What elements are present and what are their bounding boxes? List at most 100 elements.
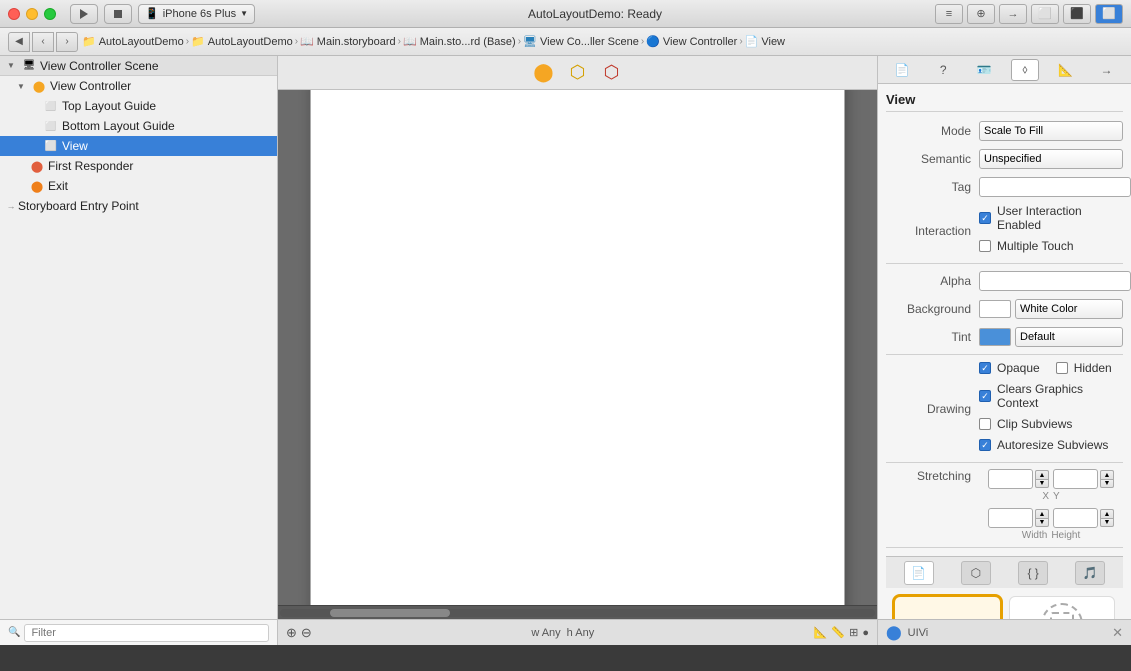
tint-select[interactable]: Default	[1015, 327, 1123, 347]
layout-icon-3[interactable]: ⊞	[849, 626, 858, 639]
bc-sep-3: ›	[398, 36, 401, 47]
sidebar-label-exit: Exit	[48, 179, 68, 193]
hidden-checkbox[interactable]	[1056, 362, 1068, 374]
user-interaction-checkbox[interactable]: ✓	[979, 212, 991, 224]
bc-mainstoryboard-base[interactable]: 📖 Main.sto...rd (Base)	[403, 35, 516, 48]
maximize-button[interactable]	[44, 8, 56, 20]
obj-tab-file[interactable]: 📄	[904, 561, 934, 585]
stretch-w-input[interactable]: 1	[988, 508, 1033, 528]
obj-tab-obj[interactable]: ⬡	[961, 561, 991, 585]
bc-sep-1: ›	[186, 36, 189, 47]
traffic-lights	[8, 8, 56, 20]
canvas-toolbar: ⬤ ⬡ ⬡	[278, 56, 877, 90]
stretch-y-input[interactable]: 0	[1053, 469, 1098, 489]
fr-icon: ⬤	[28, 158, 46, 174]
nav-back[interactable]: ‹	[32, 32, 54, 52]
obj-tab-media[interactable]: 🎵	[1075, 561, 1105, 585]
stop-button[interactable]	[104, 4, 132, 24]
insp-tab-identity[interactable]: 🪪	[970, 59, 998, 81]
sidebar-item-exit[interactable]: ⬤ Exit	[0, 176, 277, 196]
opaque-checkbox[interactable]: ✓	[979, 362, 991, 374]
stretch-h-up[interactable]: ▲	[1100, 509, 1114, 518]
canvas-icon-orange[interactable]: ⬤	[532, 61, 556, 85]
multiple-touch-checkbox[interactable]	[979, 240, 991, 252]
sidebar-item-vc[interactable]: ▼ ⬤ View Controller	[0, 76, 277, 96]
canvas-bottom-left: ⊕ ⊖	[286, 625, 312, 641]
remove-constraint-icon[interactable]: ⊖	[301, 625, 312, 641]
add-constraint-icon[interactable]: ⊕	[286, 625, 297, 641]
semantic-select[interactable]: Unspecified	[979, 149, 1123, 169]
minimize-button[interactable]	[26, 8, 38, 20]
scheme-selector[interactable]: 📱 iPhone 6s Plus ▼	[138, 4, 255, 24]
sidebar-item-entrypoint[interactable]: → Storyboard Entry Point	[0, 196, 277, 216]
bc-view[interactable]: 📄 View	[745, 35, 785, 48]
alpha-input[interactable]: 1	[979, 271, 1131, 291]
tag-input[interactable]: 0	[979, 177, 1131, 197]
background-select[interactable]: White Color	[1015, 299, 1123, 319]
insp-row-semantic: Semantic Unspecified	[886, 148, 1123, 170]
obj-item-vev[interactable]: VisualEffectView	[1009, 596, 1116, 619]
bc-vc[interactable]: 🔵 View Controller	[646, 35, 737, 48]
clip-subviews-checkbox[interactable]	[979, 418, 991, 430]
bc-autolayoutdemo-2[interactable]: 📁 AutoLayoutDemo	[191, 35, 293, 48]
mode-select[interactable]: Scale To Fill	[979, 121, 1123, 141]
bc-autolayoutdemo-1[interactable]: 📁 AutoLayoutDemo	[82, 35, 184, 48]
close-status-icon[interactable]: ✕	[1112, 625, 1123, 641]
storyboard-icon: 📖	[300, 35, 314, 48]
insp-tab-attributes[interactable]: ⬨	[1011, 59, 1039, 81]
semantic-control: Unspecified	[979, 149, 1123, 169]
stretch-x-input[interactable]: 0	[988, 469, 1033, 489]
obj-tab-code[interactable]: { }	[1018, 561, 1048, 585]
scrollbar-thumb	[330, 609, 450, 617]
canvas-icon-gold[interactable]: ⬡	[566, 61, 590, 85]
stretch-w-down[interactable]: ▼	[1035, 518, 1049, 527]
window-layout-2[interactable]: ⬛	[1063, 4, 1091, 24]
autoresize-checkbox[interactable]: ✓	[979, 439, 991, 451]
filter-input[interactable]	[24, 624, 269, 642]
vcscene-icon: 🖥	[523, 35, 537, 48]
insp-tab-connections[interactable]: →	[1093, 59, 1121, 81]
layout-icon-4[interactable]: ●	[862, 627, 869, 639]
stretch-x-up[interactable]: ▲	[1035, 470, 1049, 479]
sidebar-item-vcscene[interactable]: ▼ 🖥 View Controller Scene	[0, 56, 277, 76]
user-interaction-label: User Interaction Enabled	[997, 204, 1123, 232]
window-layout-3[interactable]: ⬜	[1095, 4, 1123, 24]
layout-icon-1[interactable]: 📐	[814, 626, 828, 639]
stretch-h-field: 1 ▲ ▼	[1053, 508, 1114, 528]
nav-forward[interactable]: ›	[56, 32, 78, 52]
bc-mainstoryboard[interactable]: 📖 Main.storyboard	[300, 35, 396, 48]
insp-tab-quickhelp[interactable]: ?	[929, 59, 957, 81]
sidebar-label-toplayout: Top Layout Guide	[62, 99, 156, 113]
stretch-x-down[interactable]: ▼	[1035, 479, 1049, 488]
canvas-icon-red[interactable]: ⬡	[600, 61, 624, 85]
obj-item-view[interactable]	[894, 596, 1001, 619]
code-review-button[interactable]: ≡	[935, 4, 963, 24]
layout-icon-2[interactable]: 📏	[831, 626, 845, 639]
insp-tab-file[interactable]: 📄	[888, 59, 916, 81]
stretch-y-up[interactable]: ▲	[1100, 470, 1114, 479]
background-swatch[interactable]	[979, 300, 1011, 318]
close-button[interactable]	[8, 8, 20, 20]
breakpoints-button[interactable]: ⊕	[967, 4, 995, 24]
sidebar-item-toplayout[interactable]: ⬜ Top Layout Guide	[0, 96, 277, 116]
stretch-h-input[interactable]: 1	[1053, 508, 1098, 528]
forward-button[interactable]: →	[999, 4, 1027, 24]
tint-swatch[interactable]	[979, 328, 1011, 346]
stretch-h-down[interactable]: ▼	[1100, 518, 1114, 527]
sidebar-item-firstresponder[interactable]: ⬤ First Responder	[0, 156, 277, 176]
run-button[interactable]	[70, 4, 98, 24]
insp-row-stretching: Stretching 0 ▲ ▼ 0	[886, 469, 1123, 541]
sidebar-item-bottomlayout[interactable]: ⬜ Bottom Layout Guide	[0, 116, 277, 136]
scheme-label: iPhone 6s Plus	[163, 8, 236, 20]
sidebar-item-view[interactable]: ⬜ View	[0, 136, 277, 156]
semantic-label: Semantic	[886, 152, 971, 166]
stretch-y-down[interactable]: ▼	[1100, 479, 1114, 488]
stretch-w-up[interactable]: ▲	[1035, 509, 1049, 518]
device-frame[interactable]	[310, 90, 845, 605]
sidebar-toggle-left[interactable]: ◀	[8, 32, 30, 52]
window-layout-1[interactable]: ⬜	[1031, 4, 1059, 24]
clears-graphics-checkbox[interactable]: ✓	[979, 390, 991, 402]
insp-tab-size[interactable]: 📐	[1052, 59, 1080, 81]
canvas-scrollbar[interactable]	[278, 605, 877, 619]
bc-vcscene[interactable]: 🖥 View Co...ller Scene	[523, 35, 639, 48]
